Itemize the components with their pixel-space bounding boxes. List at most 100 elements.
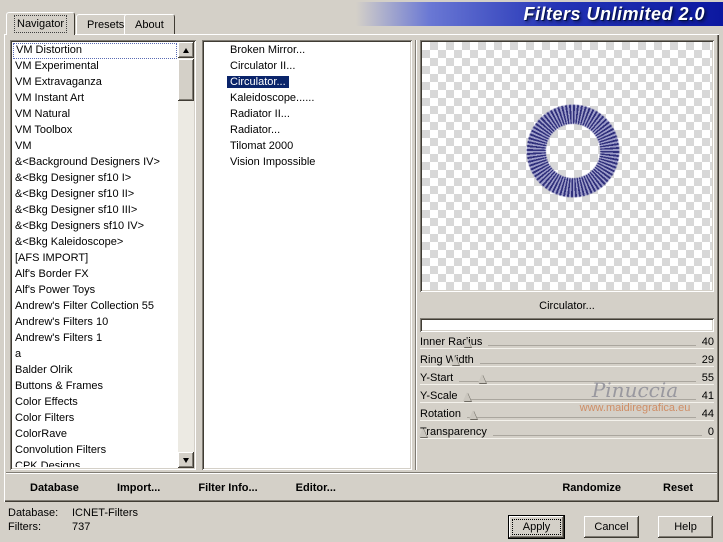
- filter-items: Broken Mirror... Circulator II... Circulat…: [205, 43, 409, 467]
- category-item[interactable]: &<Bkg Designer sf10 III>: [13, 203, 177, 219]
- preview-ring: [525, 103, 621, 199]
- filter-item[interactable]: Circulator...: [227, 75, 409, 91]
- param-label: Y-Scale: [420, 390, 464, 402]
- category-item[interactable]: Buttons & Frames: [13, 379, 177, 395]
- filter-item[interactable]: Radiator...: [227, 123, 409, 139]
- param-row-ring-width[interactable]: Ring Width 29: [420, 352, 714, 370]
- param-row-inner-radius[interactable]: Inner Radius 40: [420, 334, 714, 352]
- arrow-up-icon: [183, 47, 189, 53]
- param-label: Inner Radius: [420, 336, 489, 348]
- slider-thumb[interactable]: [463, 338, 472, 347]
- filter-item[interactable]: Vision Impossible: [227, 155, 409, 171]
- cancel-button[interactable]: Cancel: [584, 516, 639, 538]
- filter-item-label: Circulator...: [227, 76, 289, 88]
- import-button[interactable]: Import...: [117, 482, 160, 494]
- filter-list: Broken Mirror... Circulator II... Circulat…: [202, 40, 412, 470]
- param-row-y-start[interactable]: Y-Start 55: [420, 370, 714, 388]
- filter-item-label: Broken Mirror...: [230, 44, 306, 56]
- category-item[interactable]: Color Filters: [13, 411, 177, 427]
- tab-navigator[interactable]: Navigator: [6, 12, 76, 35]
- category-item[interactable]: &<Bkg Designer sf10 I>: [13, 171, 177, 187]
- status-bar: Database: ICNET-Filters Filters: 737: [8, 507, 138, 533]
- category-item[interactable]: VM Extravaganza: [13, 75, 177, 91]
- help-button[interactable]: Help: [658, 516, 713, 538]
- category-item[interactable]: ColorRave: [13, 427, 177, 443]
- param-value: 40: [695, 336, 714, 348]
- status-database-label: Database:: [8, 507, 59, 519]
- slider-thumb[interactable]: [451, 356, 460, 365]
- slider-thumb[interactable]: [463, 392, 472, 401]
- database-button[interactable]: Database: [30, 482, 79, 494]
- title-banner: Filters Unlimited 2.0: [356, 2, 723, 26]
- category-item[interactable]: Andrew's Filters 10: [13, 315, 177, 331]
- category-item[interactable]: Andrew's Filter Collection 55: [13, 299, 177, 315]
- status-filters-value: 737: [72, 521, 91, 533]
- category-item[interactable]: a: [13, 347, 177, 363]
- param-row-transparency[interactable]: Transparency 0: [418, 424, 714, 442]
- filter-item-label: Circulator II...: [230, 60, 296, 72]
- tab-navigator-label: Navigator: [13, 15, 68, 33]
- category-item[interactable]: Convolution Filters: [13, 443, 177, 459]
- param-label: Transparency: [420, 426, 493, 438]
- param-row-y-scale[interactable]: Y-Scale 41: [420, 388, 714, 406]
- category-item[interactable]: &<Bkg Designers sf10 IV>: [13, 219, 177, 235]
- category-item[interactable]: VM Instant Art: [13, 91, 177, 107]
- panel-actions-right: Randomize Reset: [418, 477, 719, 498]
- category-item[interactable]: VM: [13, 139, 177, 155]
- category-items: VM Distortion VM Experimental VM Extravaga…: [13, 43, 177, 467]
- category-item[interactable]: &<Bkg Kaleidoscope>: [13, 235, 177, 251]
- banner-title: Filters Unlimited 2.0: [523, 3, 705, 24]
- randomize-button[interactable]: Randomize: [562, 482, 621, 494]
- param-value: 55: [695, 372, 714, 384]
- filter-item-label: Vision Impossible: [230, 156, 316, 168]
- filter-item[interactable]: Circulator II...: [227, 59, 409, 75]
- scroll-up-button[interactable]: [178, 42, 194, 58]
- reset-button[interactable]: Reset: [663, 482, 693, 494]
- filter-item-label: Radiator...: [230, 124, 281, 136]
- category-item[interactable]: VM Distortion: [13, 43, 177, 59]
- param-value: 44: [695, 408, 714, 420]
- param-label: Ring Width: [420, 354, 480, 366]
- bottom-divider: [6, 472, 717, 474]
- category-item[interactable]: &<Background Designers IV>: [13, 155, 177, 171]
- editor-button[interactable]: Editor...: [296, 482, 336, 494]
- filter-item[interactable]: Tilomat 2000: [227, 139, 409, 155]
- filters-unlimited-window: { "banner": { "title": "Filters Unlimite…: [0, 0, 723, 542]
- filter-item[interactable]: Broken Mirror...: [227, 43, 409, 59]
- category-item[interactable]: CPK Designs: [13, 459, 177, 467]
- param-row-rotation[interactable]: Rotation 44: [420, 406, 714, 424]
- param-value: 29: [695, 354, 714, 366]
- category-item[interactable]: VM Experimental: [13, 59, 177, 75]
- panel-divider: [415, 40, 417, 470]
- category-item[interactable]: &<Bkg Designer sf10 II>: [13, 187, 177, 203]
- filter-item[interactable]: Kaleidoscope......: [227, 91, 409, 107]
- status-filters-label: Filters:: [8, 521, 41, 533]
- category-scrollbar[interactable]: [178, 42, 194, 468]
- scrollbar-thumb[interactable]: [178, 59, 194, 101]
- category-item[interactable]: Andrew's Filters 1: [13, 331, 177, 347]
- category-item[interactable]: [AFS IMPORT]: [13, 251, 177, 267]
- tab-about[interactable]: About: [124, 14, 175, 34]
- param-value: 0: [701, 426, 714, 438]
- filter-info-button[interactable]: Filter Info...: [198, 482, 257, 494]
- slider-thumb[interactable]: [468, 410, 477, 419]
- category-list: VM Distortion VM Experimental VM Extravaga…: [10, 40, 196, 470]
- filter-item-label: Radiator II...: [230, 108, 290, 120]
- progress-bar: [420, 318, 714, 332]
- slider-thumb[interactable]: [477, 374, 486, 383]
- tab-presets-label: Presets: [87, 18, 125, 31]
- category-item[interactable]: VM Toolbox: [13, 123, 177, 139]
- category-item[interactable]: VM Natural: [13, 107, 177, 123]
- slider-thumb[interactable]: [418, 428, 427, 437]
- filter-item[interactable]: Radiator II...: [227, 107, 409, 123]
- category-item[interactable]: Balder Olrik: [13, 363, 177, 379]
- category-item[interactable]: Alf's Border FX: [13, 267, 177, 283]
- scroll-down-button[interactable]: [178, 452, 194, 468]
- apply-button[interactable]: Apply: [509, 516, 564, 538]
- filter-item-label: Kaleidoscope......: [230, 92, 315, 104]
- parameter-sliders: Inner Radius 40 Ring Width 29 Y-Start 55 Y-Sca…: [418, 334, 714, 442]
- param-label: Y-Start: [420, 372, 460, 384]
- preview-caption: Circulator...: [539, 300, 595, 312]
- category-item[interactable]: Color Effects: [13, 395, 177, 411]
- category-item[interactable]: Alf's Power Toys: [13, 283, 177, 299]
